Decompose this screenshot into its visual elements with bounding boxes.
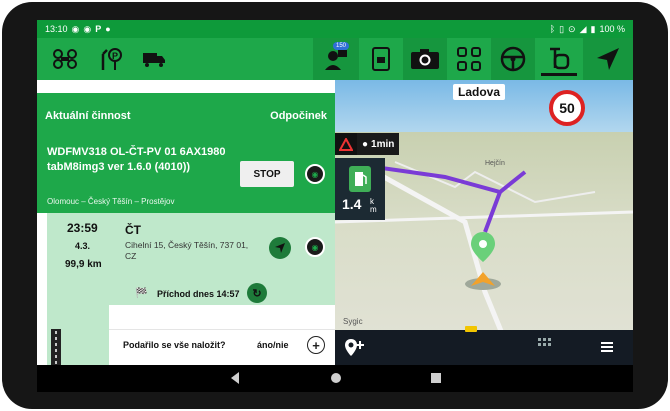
navigation-arrow-icon	[275, 243, 285, 253]
speed-limit-sign: 50	[549, 90, 585, 126]
task-question: Podařilo se vše naložit?	[123, 340, 226, 350]
activity-bar[interactable]: Aktuální činnost Odpočinek	[37, 93, 335, 139]
truck-icon	[143, 53, 165, 67]
add-answer-button[interactable]: +	[307, 336, 325, 354]
fuel-station-icon	[349, 166, 371, 192]
eta-widget[interactable]: ● 1min	[335, 133, 400, 155]
tablet-frame: 13:10 ◉ ◉ P ● ᛒ ▯ ⊙ ◢ ▮ 100 % P 150 Aktu…	[2, 2, 668, 409]
battery-icon: ▮	[590, 23, 596, 34]
navigation-arrow-icon	[597, 48, 619, 70]
activity-state: Odpočinek	[270, 110, 327, 122]
location-plus-icon	[345, 339, 364, 356]
next-instruction[interactable]: 1.4 km	[335, 158, 385, 220]
task-left-strip	[61, 305, 109, 365]
task-row[interactable]: Podařilo se vše naložit? áno/nie +	[109, 329, 335, 361]
parking-route-icon: P	[101, 48, 122, 70]
drawer-handle[interactable]	[465, 326, 477, 332]
stop-time: 23:59	[67, 221, 98, 235]
clock-icon: ●	[362, 138, 369, 150]
back-icon[interactable]	[229, 371, 241, 385]
stop-button[interactable]: STOP	[240, 161, 294, 187]
truck-button[interactable]	[137, 38, 171, 80]
drone-button[interactable]	[45, 38, 85, 80]
refresh-icon: ↻	[252, 287, 262, 300]
order-expand-button[interactable]: ◉	[305, 164, 325, 184]
stop-name: ČT	[125, 223, 141, 237]
distance-unit: km	[370, 197, 377, 214]
messages-button[interactable]: 150	[313, 38, 359, 80]
route-overview-icon	[53, 49, 77, 69]
hamburger-icon	[601, 342, 613, 352]
checkered-flag-icon: 🏁	[135, 288, 148, 299]
progress-strip	[51, 329, 61, 365]
parking-button[interactable]: P	[93, 38, 129, 80]
status-bar: 13:10 ◉ ◉ P ● ᛒ ▯ ⊙ ◢ ▮ 100 %	[37, 20, 633, 38]
notification-icon: ◉	[71, 23, 80, 34]
screen: 13:10 ◉ ◉ P ● ᛒ ▯ ⊙ ◢ ▮ 100 % P 150 Aktu…	[37, 20, 633, 392]
current-activity-label: Aktuální činnost	[45, 110, 131, 122]
steering-wheel-icon	[500, 46, 526, 72]
orders-panel: Aktuální činnost Odpočinek WDFMV318 OL-Č…	[37, 80, 335, 365]
status-time: 13:10	[45, 24, 68, 34]
camera-icon	[411, 49, 439, 69]
apps-grid-icon	[457, 47, 481, 71]
order-route: Olomouc – Český Těšín – Prostějov	[47, 197, 175, 206]
notification-icon: ●	[105, 24, 111, 34]
navigation-map[interactable]: Ladova 50 ● 1min 1.4 km Hejčín Sygic	[335, 80, 633, 365]
sygic-logo: Sygic	[343, 317, 363, 326]
stop-card[interactable]: 23:59 4.3. 99,9 km ČT Cihelní 15, Český …	[47, 213, 335, 365]
app-toolbar: P 150	[37, 38, 633, 80]
driving-button[interactable]	[491, 38, 535, 80]
document-icon	[372, 47, 390, 71]
messages-badge: 150	[333, 42, 350, 50]
documents-button[interactable]	[359, 38, 403, 80]
chevron-icon: ◉	[311, 242, 319, 252]
camera-button[interactable]	[403, 38, 447, 80]
distance-value: 1.4	[342, 196, 362, 212]
eta-label: ● 1min	[357, 133, 400, 155]
map-bottom-bar	[335, 326, 633, 365]
navigation-button[interactable]	[583, 38, 633, 80]
task-options: áno/nie	[257, 340, 289, 350]
tachograph-icon	[550, 47, 570, 70]
vibrate-icon: ▯	[559, 23, 565, 34]
signal-icon: ◢	[579, 23, 587, 34]
add-poi-button[interactable]	[343, 338, 365, 361]
stop-date: 4.3.	[75, 241, 91, 251]
battery-percent: 100 %	[599, 24, 625, 34]
road-name: Ladova	[453, 84, 506, 100]
home-icon[interactable]	[329, 371, 343, 385]
place-label: Hejčín	[485, 160, 505, 167]
apps-button[interactable]	[447, 38, 491, 80]
tachograph-button[interactable]	[535, 38, 583, 80]
menu-button[interactable]	[600, 340, 614, 358]
arrival-time: Příchod dnes 14:57	[157, 289, 240, 299]
recents-icon[interactable]	[429, 371, 443, 385]
svg-text:P: P	[112, 51, 118, 61]
stop-distance: 99,9 km	[65, 259, 102, 270]
active-tab-indicator	[541, 73, 577, 76]
location-icon: ⊙	[568, 23, 576, 34]
grid-icon[interactable]	[538, 333, 552, 351]
refresh-arrival-button[interactable]: ↻	[247, 283, 267, 303]
warning-icon	[335, 133, 357, 155]
stop-expand-button[interactable]: ◉	[305, 237, 325, 257]
order-title: WDFMV318 OL-ČT-PV 01 6AX1980 tabM8img3 v…	[47, 146, 226, 173]
notification-icon: ◉	[83, 23, 92, 34]
eta-value: 1min	[371, 138, 395, 150]
parking-icon: P	[95, 24, 102, 34]
order-card[interactable]: WDFMV318 OL-ČT-PV 01 6AX1980 tabM8img3 v…	[37, 139, 335, 213]
plus-icon: +	[312, 337, 320, 353]
stop-address: Cihelní 15, Český Těšín, 737 01, CZ	[125, 240, 249, 261]
chevron-icon: ◉	[311, 169, 319, 179]
navigate-to-stop-button[interactable]	[269, 237, 291, 259]
system-nav-bar	[37, 365, 633, 392]
panel-top-spacer	[37, 80, 335, 93]
bluetooth-icon: ᛒ	[549, 24, 556, 34]
